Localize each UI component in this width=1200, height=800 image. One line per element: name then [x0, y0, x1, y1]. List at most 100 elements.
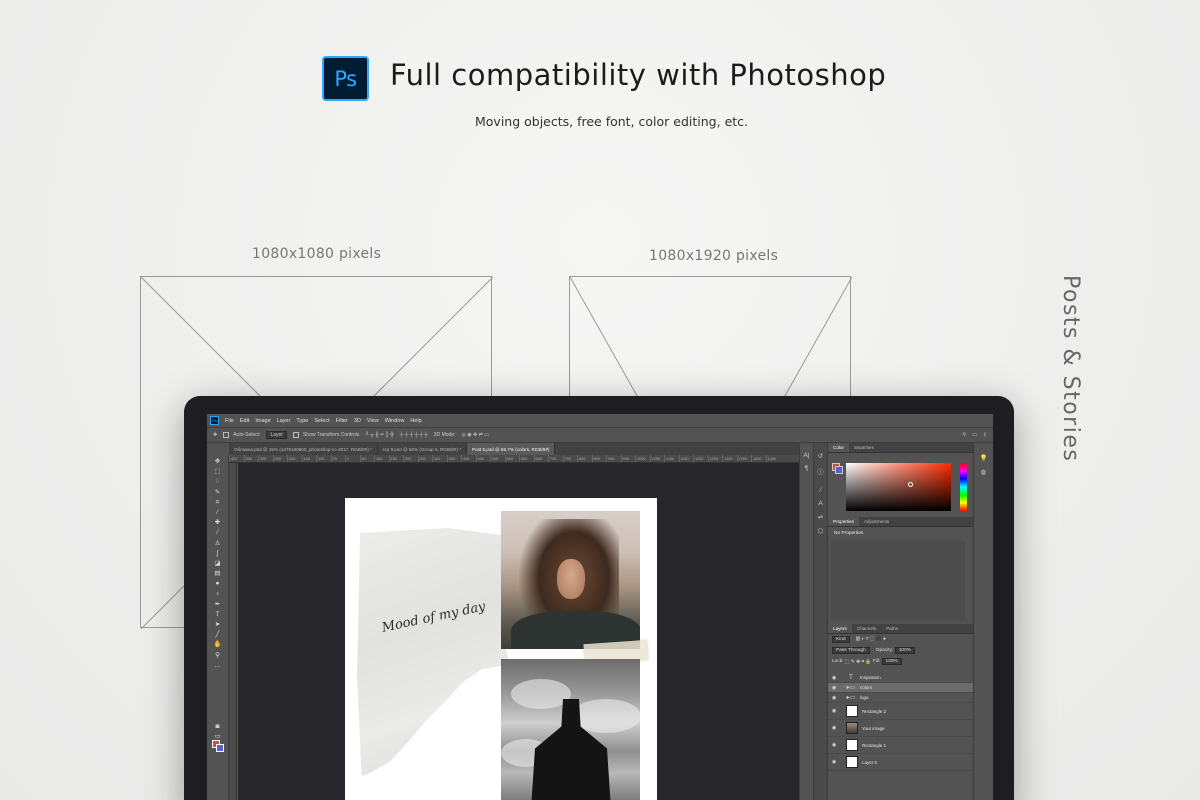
auto-select-dropdown[interactable]: Layer [266, 431, 287, 439]
distribute-icons[interactable]: ┼ ┼ ┼ ┼ ┼ ┼ [400, 432, 428, 438]
eye-icon[interactable]: ◉ [828, 675, 840, 681]
artboard[interactable]: Mood of my day [345, 498, 657, 800]
menu-edit[interactable]: Edit [240, 418, 249, 424]
tab-adjustments[interactable]: Adjustments [859, 517, 894, 526]
brush-settings-icon[interactable]: ∕ [820, 487, 821, 494]
menu-layer[interactable]: Layer [277, 418, 291, 424]
share-icon[interactable]: ⇪ [983, 432, 987, 438]
menu-3d[interactable]: 3D [354, 418, 361, 424]
move-tool-icon[interactable]: ✥ [213, 432, 217, 438]
move-icon[interactable]: ✥ [214, 458, 222, 466]
lasso-icon[interactable]: ◌ [214, 478, 222, 486]
ruler-tick: 0 [345, 455, 360, 462]
layer-kind-filter[interactable]: Kind [832, 636, 850, 643]
eye-icon[interactable]: ◉ [828, 685, 840, 691]
fill-field[interactable]: 100% [881, 658, 902, 665]
layer-row[interactable]: ◉ T Inspiration [828, 673, 974, 683]
type-icon[interactable]: T [214, 611, 222, 619]
tab-paths[interactable]: Paths [881, 624, 903, 633]
character-styles-icon[interactable]: A [818, 500, 822, 507]
eye-icon[interactable]: ◉ [828, 759, 840, 765]
document-tabs: Обложка.psd @ 25% (1478160600_photoshop-… [229, 443, 799, 455]
layer-row[interactable]: ◉ Rectangle 1 [828, 737, 974, 754]
app-icon[interactable]: Ps [210, 416, 219, 425]
marquee-icon[interactable]: ⬚ [214, 468, 222, 476]
menu-filter[interactable]: Filter [336, 418, 348, 424]
ruler-tick: 200 [403, 455, 418, 462]
hue-slider[interactable] [960, 463, 967, 511]
opacity-label: Opacity: [875, 648, 894, 653]
quick-select-icon[interactable]: ✎ [214, 489, 222, 497]
workspace-icon[interactable]: ▭ [972, 432, 977, 438]
tab-color[interactable]: Color [828, 443, 849, 452]
menu-window[interactable]: Window [385, 418, 405, 424]
portrait-photo[interactable] [501, 511, 640, 649]
tab-channels[interactable]: Channels [852, 624, 881, 633]
layer-row[interactable]: ◉ ▸▭ colors [828, 683, 974, 693]
3d-icons[interactable]: ◎ ◉ ✥ ⇄ ▭ [461, 432, 488, 438]
eye-icon[interactable]: ◉ [828, 708, 840, 714]
blend-mode-dropdown[interactable]: Pass Through [832, 647, 870, 654]
eye-icon[interactable]: ◉ [828, 695, 840, 701]
canvas-area[interactable]: Mood of my day [238, 463, 799, 800]
menu-help[interactable]: Help [410, 418, 421, 424]
sky-photo[interactable] [501, 659, 640, 800]
gradient-icon[interactable]: ▤ [214, 570, 222, 578]
path-select-icon[interactable]: ➤ [214, 621, 222, 629]
tab-properties[interactable]: Properties [828, 517, 859, 526]
layer-row[interactable]: ◉ Your image [828, 720, 974, 737]
info-icon[interactable]: ⓘ [817, 466, 824, 476]
zoom-icon[interactable]: ⚲ [214, 652, 222, 660]
layers-panel: Layers Channels Paths Kind ▨ ◐ T ⬚ ⬛ ● P… [828, 624, 974, 800]
menu-type[interactable]: Type [296, 418, 308, 424]
color-picker-field[interactable] [846, 463, 951, 511]
tab-document-3[interactable]: Post 6.psd @ 66.7% (colors, RGB/8#) [467, 443, 556, 455]
paragraph-icon[interactable]: ¶ [805, 465, 809, 472]
hand-icon[interactable]: ✋ [214, 641, 222, 649]
blur-icon[interactable]: ● [214, 580, 222, 588]
history-brush-icon[interactable]: ∫ [214, 550, 222, 558]
eyedropper-icon[interactable]: ⁄ [214, 509, 222, 517]
background-color-swatch[interactable] [216, 744, 224, 752]
eye-icon[interactable]: ◉ [828, 742, 840, 748]
layer-row[interactable]: ◉ Layer 0 [828, 754, 974, 771]
menu-bar: Ps File Edit Image Layer Type Select Fil… [207, 414, 993, 427]
healing-icon[interactable]: ✚ [214, 519, 222, 527]
line-icon[interactable]: ╱ [214, 631, 222, 639]
adjustments-icon[interactable]: ⇌ [818, 513, 823, 521]
filter-icons[interactable]: ▨ ◐ T ⬚ ⬛ ● [856, 637, 886, 642]
menu-select[interactable]: Select [314, 418, 329, 424]
color-bg-swatch[interactable] [835, 466, 843, 474]
lock-icons[interactable]: ⬚ ✎ ✥ ⌗ 🔒 [845, 659, 872, 665]
tab-swatches[interactable]: Swatches [849, 443, 879, 452]
tab-document-2[interactable]: crp 9.psd @ 50% (Group 5, RGB/8#) * [378, 443, 467, 455]
pen-icon[interactable]: ✒ [214, 601, 222, 609]
auto-select-checkbox[interactable] [223, 432, 230, 438]
learn-icon[interactable]: 💡 [979, 454, 987, 462]
character-icon[interactable]: A| [803, 452, 809, 459]
align-icons[interactable]: ╨ ╥ ╫ ═ ║ ╬ [365, 432, 393, 438]
dodge-icon[interactable]: ♀ [214, 591, 222, 599]
brush-icon[interactable]: ∕ [214, 529, 222, 537]
layer-row[interactable]: ◉ ▸▭ logo [828, 693, 974, 703]
3d-panel-icon[interactable]: ⬡ [818, 527, 824, 535]
menu-view[interactable]: View [367, 418, 379, 424]
layer-row[interactable]: ◉ Rectangle 2 [828, 703, 974, 720]
crop-icon[interactable]: ⌗ [214, 499, 222, 507]
color-picker-cursor[interactable] [908, 482, 913, 487]
tab-layers[interactable]: Layers [828, 624, 852, 633]
tab-document-1[interactable]: Обложка.psd @ 25% (1478160600_photoshop-… [229, 443, 378, 455]
more-tools-icon[interactable]: … [214, 662, 222, 670]
menu-file[interactable]: File [225, 418, 234, 424]
menu-image[interactable]: Image [255, 418, 270, 424]
eye-icon[interactable]: ◉ [828, 725, 840, 731]
quick-mask-icon[interactable]: ◙ [214, 723, 222, 731]
stamp-icon[interactable]: ♙ [214, 540, 222, 548]
eraser-icon[interactable]: ◪ [214, 560, 222, 568]
torn-paper[interactable] [357, 528, 509, 776]
search-icon[interactable]: ⚲ [962, 432, 966, 438]
opacity-field[interactable]: 100% [894, 647, 916, 654]
libraries-icon[interactable]: ◍ [981, 468, 987, 476]
transform-controls-checkbox[interactable] [292, 432, 299, 438]
history-icon[interactable]: ↺ [818, 452, 823, 460]
